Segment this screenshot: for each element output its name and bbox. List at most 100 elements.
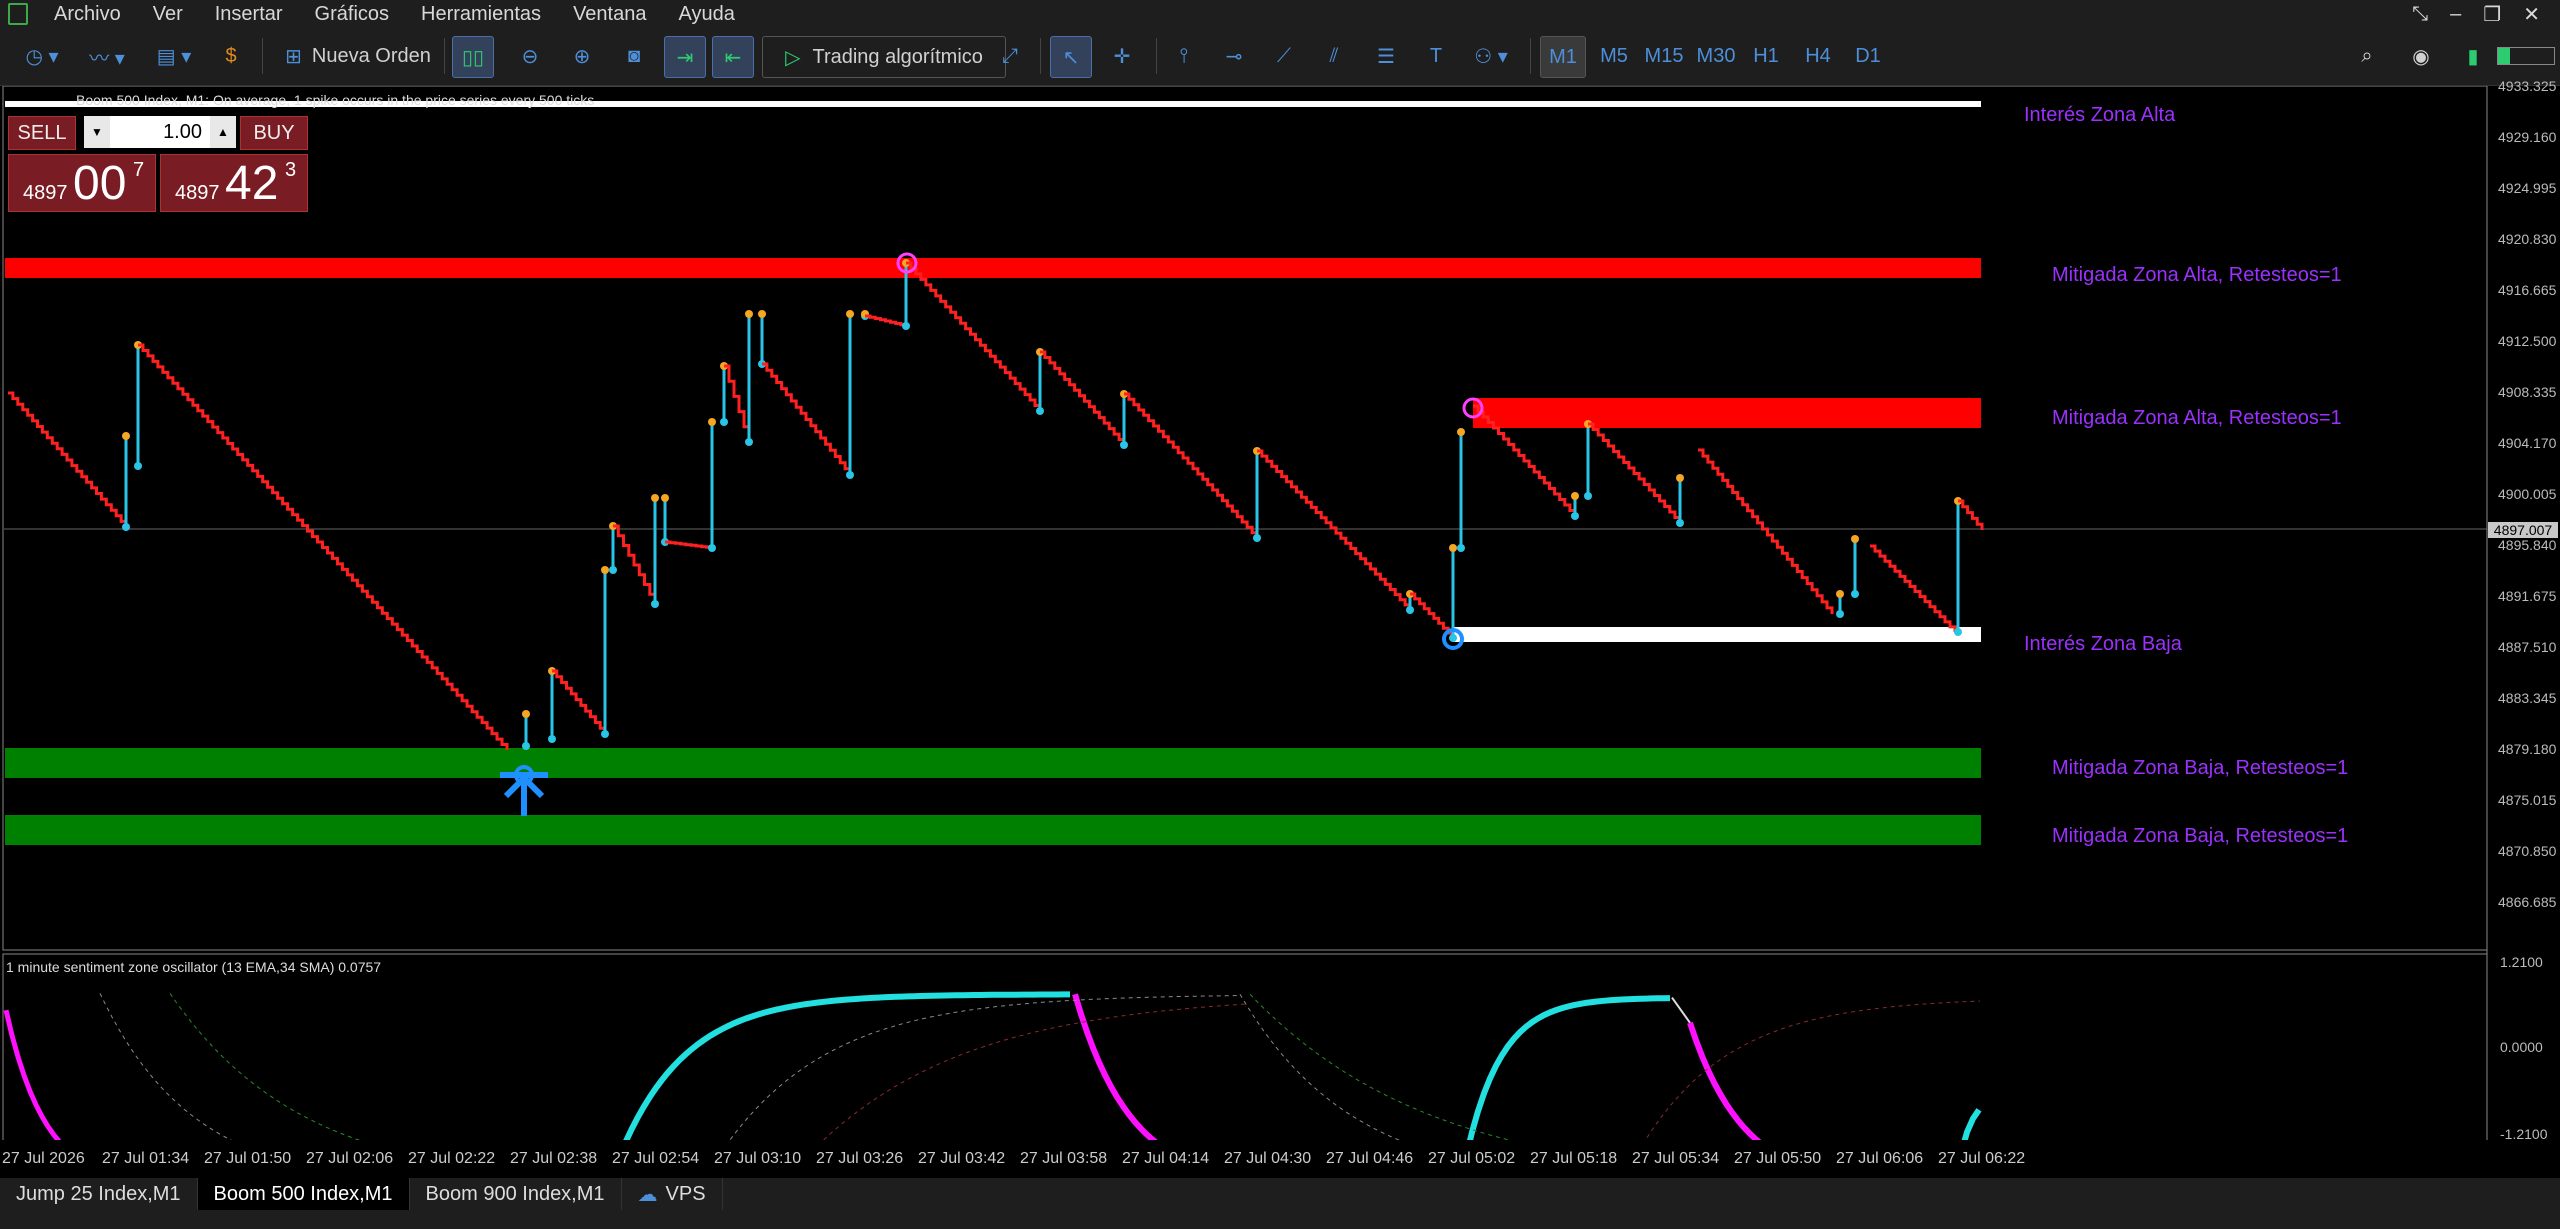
signal-icon: ▮ <box>2467 45 2479 68</box>
zone-label-mitigada-baja-2: Mitigada Zona Baja, Retesteos=1 <box>2052 825 2349 847</box>
zoom-out-icon[interactable]: ⊖ <box>510 36 550 76</box>
timeframe-m5[interactable]: M5 <box>1592 36 1636 76</box>
tab-jump-25[interactable]: Jump 25 Index,M1 <box>0 1178 198 1210</box>
sell-quote-main: 00 <box>73 157 127 210</box>
close-icon[interactable]: ✕ <box>2523 2 2540 27</box>
high-marker <box>1676 474 1684 482</box>
trendline-icon[interactable]: ⟋ <box>1264 36 1304 76</box>
new-order-icon: ⊞ <box>285 45 302 68</box>
indicators-icon[interactable]: 〰 ▾ <box>82 36 132 76</box>
symbol-description: Boom 500 Index, M1: On average, 1 spike … <box>76 92 595 108</box>
menu-ayuda[interactable]: Ayuda <box>664 3 752 26</box>
autoscroll-icon[interactable]: ⇥ <box>664 36 706 78</box>
osc-tick-mid: 0.0000 <box>2500 1039 2543 1055</box>
new-order-button[interactable]: ⊞ Nueva Orden <box>278 36 438 76</box>
detach-icon[interactable]: ⤡ <box>2412 3 2428 26</box>
price-tick: 4924.995 <box>2498 180 2557 196</box>
candles-icon[interactable]: ▯▯ <box>452 36 494 78</box>
vertical-line-icon[interactable]: ⫯ <box>1164 36 1204 76</box>
crosshair-icon[interactable]: ✛ <box>1102 36 1142 76</box>
zoom-in-icon[interactable]: ⊕ <box>562 36 602 76</box>
osc-slower-line <box>169 993 361 1140</box>
time-tick: 27 Jul 03:42 <box>918 1150 1006 1167</box>
cursor-icon[interactable]: ↖ <box>1050 36 1092 78</box>
supply-zone-1 <box>5 258 1981 278</box>
oscillator-title: 1 minute sentiment zone oscillator (13 E… <box>6 959 382 975</box>
low-marker <box>548 735 556 743</box>
down-candles <box>724 364 751 442</box>
tab-boom-900[interactable]: Boom 900 Index,M1 <box>410 1178 622 1210</box>
sell-quote[interactable]: 4897 00 7 <box>8 154 156 212</box>
price-tick: 4912.500 <box>2498 333 2557 349</box>
account-icon[interactable]: ◉ <box>2404 36 2438 76</box>
timeframe-d1[interactable]: D1 <box>1846 36 1890 76</box>
equidistant-channel-icon[interactable]: ⫽ <box>1314 36 1354 76</box>
shapes-icon[interactable]: ⚇ ▾ <box>1462 36 1520 76</box>
time-tick: 27 Jul 02:22 <box>408 1150 496 1167</box>
price-tick: 4883.345 <box>2498 690 2557 706</box>
fullscreen-icon[interactable]: ⤢ <box>990 36 1030 76</box>
menu-herramientas[interactable]: Herramientas <box>407 3 559 26</box>
osc-slow-line <box>1239 993 1401 1140</box>
menu-insertar[interactable]: Insertar <box>201 3 301 26</box>
demand-zone-2 <box>5 815 1981 845</box>
menu-archivo[interactable]: Archivo <box>40 3 139 26</box>
osc-fast-line <box>1671 997 1691 1024</box>
timeframe-m1[interactable]: M1 <box>1540 36 1586 78</box>
osc-fast-line <box>623 991 1070 1140</box>
menu-ver[interactable]: Ver <box>139 3 201 26</box>
down-candles <box>1124 392 1259 538</box>
menu-graficos[interactable]: Gráficos <box>301 3 407 26</box>
down-candles <box>138 343 509 750</box>
fibonacci-icon[interactable]: ☰ <box>1366 36 1406 76</box>
low-marker <box>1676 519 1684 527</box>
timeframe-h4[interactable]: H4 <box>1796 36 1840 76</box>
down-candles <box>552 669 607 734</box>
zone-label-mitigada-alta-1: Mitigada Zona Alta, Retesteos=1 <box>2052 264 2342 286</box>
templates-icon[interactable]: ▤ ▾ <box>146 36 202 76</box>
supply-zone-2 <box>1473 398 1981 428</box>
price-tick: 4875.015 <box>2498 792 2557 808</box>
lot-size-value[interactable]: 1.00 <box>110 121 210 144</box>
chart-area[interactable] <box>0 86 2560 1140</box>
tab-vps[interactable]: ☁ VPS <box>622 1178 723 1210</box>
buy-quote[interactable]: 4897 42 3 <box>160 154 308 212</box>
low-marker <box>522 742 530 750</box>
play-icon: ▷ <box>785 46 801 69</box>
timeframe-m15[interactable]: M15 <box>1642 36 1686 76</box>
tab-boom-500[interactable]: Boom 500 Index,M1 <box>197 1178 410 1210</box>
low-marker <box>1457 544 1465 552</box>
time-tick: 27 Jul 06:06 <box>1836 1150 1924 1167</box>
text-icon[interactable]: T <box>1416 36 1456 76</box>
sell-quote-prefix: 4897 <box>23 182 68 204</box>
osc-tick-bottom: -1.2100 <box>2500 1126 2548 1142</box>
price-chart[interactable] <box>0 86 2560 1140</box>
clock-periods-icon[interactable]: ◷ ▾ <box>14 36 70 76</box>
search-icon[interactable]: ⌕ <box>2350 36 2384 76</box>
time-tick: 27 Jul 06:22 <box>1938 1150 2026 1167</box>
lot-increase-icon[interactable]: ▲ <box>210 116 236 148</box>
timeframe-h1[interactable]: H1 <box>1744 36 1788 76</box>
algo-trading-button[interactable]: ▷ Trading algorítmico <box>762 36 1006 78</box>
dollar-icon[interactable]: $ <box>216 36 246 76</box>
timeframe-m30[interactable]: M30 <box>1694 36 1738 76</box>
high-marker <box>1851 535 1859 543</box>
osc-fast-line <box>1687 1021 1762 1140</box>
lot-size-field[interactable]: ▼ 1.00 ▲ <box>84 116 236 148</box>
time-tick: 27 Jul 04:46 <box>1326 1150 1414 1167</box>
horizontal-line-icon[interactable]: ⊸ <box>1214 36 1254 76</box>
sell-button[interactable]: SELL <box>8 116 76 150</box>
menu-ventana[interactable]: Ventana <box>559 3 664 26</box>
high-marker <box>1449 544 1457 552</box>
chart-shift-icon[interactable]: ⇤ <box>712 36 754 78</box>
price-tick: 4866.685 <box>2498 894 2557 910</box>
lot-decrease-icon[interactable]: ▼ <box>84 116 110 148</box>
low-marker <box>122 523 130 531</box>
minimize-icon[interactable]: – <box>2450 3 2461 26</box>
zone-label-interes-baja: Interés Zona Baja <box>2024 633 2182 655</box>
screenshot-icon[interactable]: ◙ <box>614 36 654 76</box>
tab-vps-label: VPS <box>665 1182 706 1205</box>
high-marker <box>661 494 669 502</box>
buy-button[interactable]: BUY <box>240 116 308 150</box>
restore-icon[interactable]: ❐ <box>2483 2 2501 27</box>
